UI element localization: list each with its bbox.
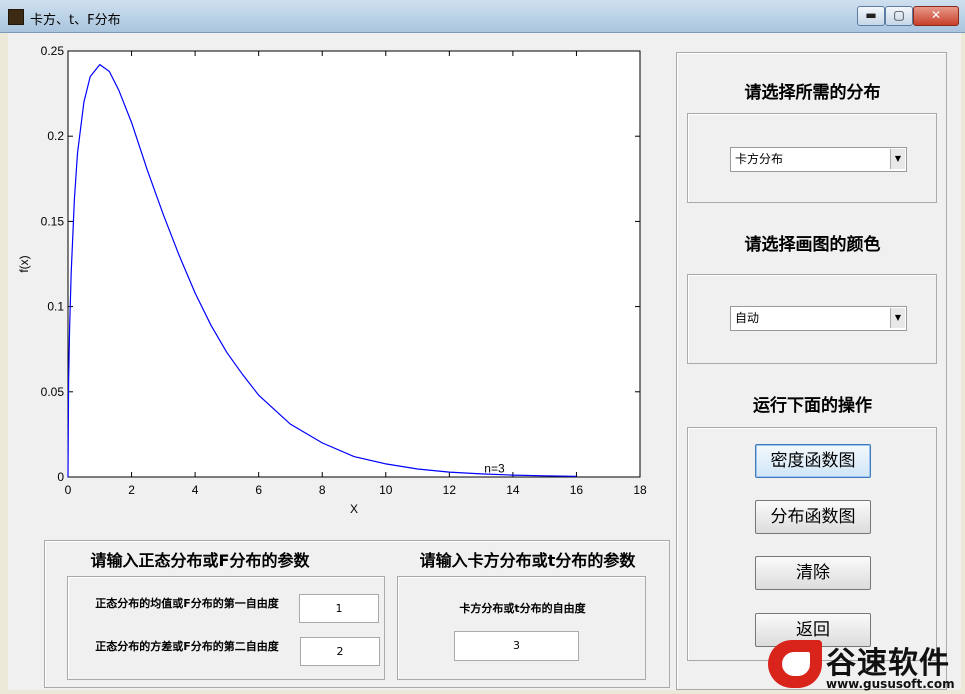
right-control-panel: 请选择所需的分布 卡方分布 ▼ 请选择画图的颜色 自动 ▼ 运行下面的操作 密度… xyxy=(676,52,947,690)
minimize-button[interactable]: ▬ xyxy=(857,6,885,26)
operations-group: 密度函数图 分布函数图 清除 返回 xyxy=(687,427,937,661)
gususoft-watermark: 谷速软件 www.gususoft.com xyxy=(760,638,965,694)
maximize-button[interactable]: ▢ xyxy=(885,6,913,26)
chevron-down-icon: ▼ xyxy=(890,308,905,328)
variance-label: 正态分布的方差或F分布的第二自由度 xyxy=(95,640,279,653)
plot-area xyxy=(67,50,641,478)
color-dropdown[interactable]: 自动 ▼ xyxy=(730,306,907,331)
x-tick-label: 14 xyxy=(506,483,520,497)
color-select-title: 请选择画图的颜色 xyxy=(744,235,881,255)
chi-params-title: 请输入卡方分布或t分布的参数 xyxy=(419,551,636,570)
watermark-url: www.gususoft.com xyxy=(826,677,955,691)
y-axis-label: f(x) xyxy=(17,255,31,272)
figure-client: 0 2 4 6 8 10 12 14 16 18 0 0.05 0.1 0.15 0.2 0.25 Xf(x) n… xyxy=(8,33,961,690)
dof-label: 卡方分布或t分布的自由度 xyxy=(459,602,586,615)
parameter-panel: 请输入正态分布或F分布的参数 请输入卡方分布或t分布的参数 正态分布的均值或F分… xyxy=(44,540,670,688)
x-axis-label: X xyxy=(350,502,358,516)
y-tick-label: 0.2 xyxy=(47,129,64,143)
operations-title: 运行下面的操作 xyxy=(753,396,872,416)
x-tick-label: 0 xyxy=(65,483,72,497)
distribution-dropdown[interactable]: 卡方分布 ▼ xyxy=(730,147,907,172)
x-tick-label: 12 xyxy=(443,483,457,497)
distribution-select-group: 卡方分布 ▼ xyxy=(687,113,937,203)
distribution-dropdown-value: 卡方分布 xyxy=(735,152,784,166)
x-tick-label: 10 xyxy=(379,483,393,497)
y-tick-label: 0.05 xyxy=(41,385,65,399)
color-select-group: 自动 ▼ xyxy=(687,274,937,364)
distribution-select-title: 请选择所需的分布 xyxy=(744,83,881,103)
mean-input[interactable]: 1 xyxy=(299,594,379,623)
cdf-plot-button[interactable]: 分布函数图 xyxy=(755,500,871,534)
x-tick-label: 6 xyxy=(255,483,262,497)
curve-annotation: n=3 xyxy=(484,462,505,476)
x-tick-label: 2 xyxy=(128,483,135,497)
title-bar: 卡方、t、F分布 ▬ ▢ ✕ xyxy=(0,0,965,33)
x-tick-label: 4 xyxy=(192,483,199,497)
density-plot: 0 2 4 6 8 10 12 14 16 18 0 0.05 0.1 0.15 0.2 0.25 Xf(x) n… xyxy=(17,44,647,516)
y-tick-label: 0.1 xyxy=(47,300,64,314)
normal-params-title: 请输入正态分布或F分布的参数 xyxy=(90,551,310,570)
color-dropdown-value: 自动 xyxy=(735,311,760,325)
dof-input[interactable]: 3 xyxy=(454,631,579,661)
normal-params-group: 正态分布的均值或F分布的第一自由度 1 正态分布的方差或F分布的第二自由度 2 xyxy=(67,576,385,680)
x-tick-label: 18 xyxy=(633,483,647,497)
gususoft-logo-icon xyxy=(768,640,822,688)
close-button[interactable]: ✕ xyxy=(913,6,959,26)
app-window: 卡方、t、F分布 ▬ ▢ ✕ 0 2 4 6 8 10 12 14 16 18 0 0.05 0.1 0.… xyxy=(0,0,965,694)
window-title: 卡方、t、F分布 xyxy=(30,13,121,28)
y-tick-label: 0.25 xyxy=(41,44,65,58)
chevron-down-icon: ▼ xyxy=(890,149,905,169)
y-tick-label: 0.15 xyxy=(41,214,65,228)
density-plot-button[interactable]: 密度函数图 xyxy=(755,444,871,478)
mean-label: 正态分布的均值或F分布的第一自由度 xyxy=(95,597,279,610)
y-tick-label: 0 xyxy=(57,470,64,484)
x-tick-label: 8 xyxy=(319,483,326,497)
watermark-name: 谷速软件 xyxy=(826,646,950,681)
clear-button[interactable]: 清除 xyxy=(755,556,871,590)
chi-params-group: 卡方分布或t分布的自由度 3 xyxy=(397,576,646,680)
variance-input[interactable]: 2 xyxy=(300,637,380,666)
matlab-icon xyxy=(8,9,24,25)
x-tick-label: 16 xyxy=(570,483,584,497)
